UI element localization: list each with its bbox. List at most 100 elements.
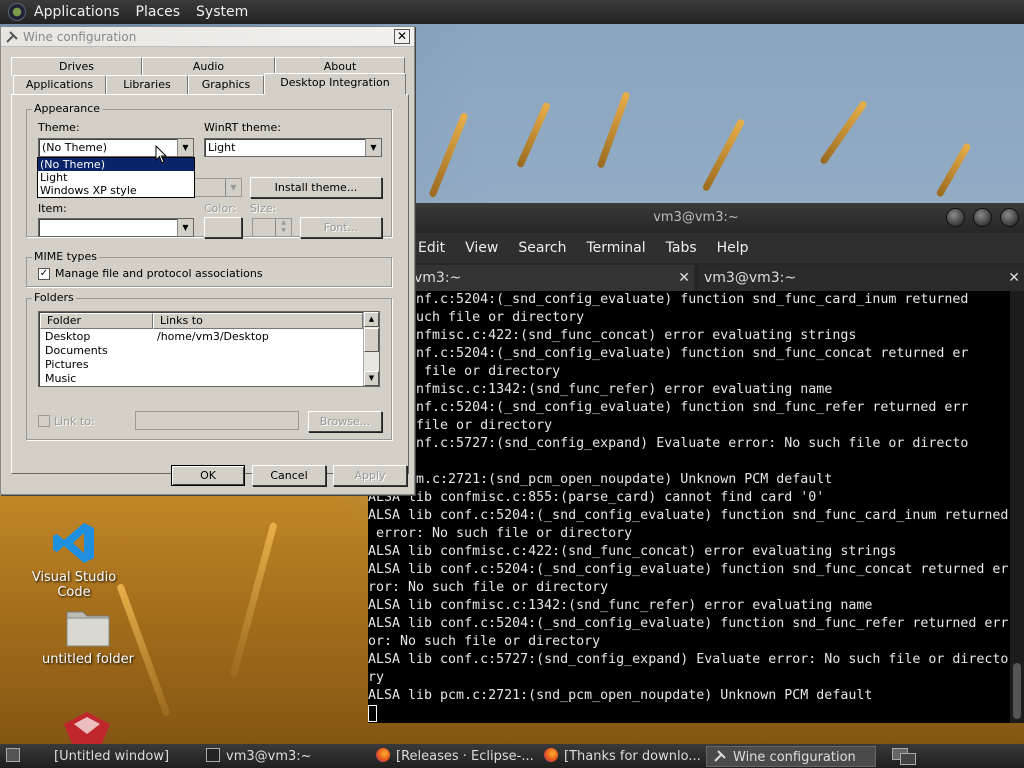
winrt-theme-select[interactable]: Light ▼ — [204, 138, 382, 157]
terminal-output[interactable]: lib conf.c:5204:(_snd_config_evaluate) f… — [368, 291, 1010, 723]
task-untitled-window[interactable]: [Untitled window] — [28, 746, 198, 767]
firefox-icon — [376, 748, 390, 762]
tab-audio[interactable]: Audio — [142, 57, 275, 76]
tab-panel: Appearance Theme: (No Theme) ▼ WinRT the… — [11, 94, 409, 474]
tab-applications[interactable]: Applications — [13, 75, 106, 94]
task-firefox-thanks[interactable]: [Thanks for downlo... — [538, 746, 704, 767]
terminal-titlebar[interactable]: vm3@vm3:~ — [368, 203, 1024, 233]
desktop-icon-label: untitled folder — [41, 652, 134, 667]
wine-titlebar[interactable]: Wine configuration — [1, 27, 414, 47]
tab-desktop-integration[interactable]: Desktop Integration — [264, 73, 406, 95]
scroll-thumb[interactable] — [364, 328, 379, 352]
close-tab-icon[interactable]: ✕ — [1008, 265, 1020, 291]
terminal-line: lib confmisc.c:422:(snd_func_concat) err… — [368, 328, 857, 343]
theme-select[interactable]: (No Theme) ▼ — [38, 138, 194, 157]
terminal-tab-1[interactable]: vm3:~ ✕ — [408, 265, 694, 291]
appearance-group-label: Appearance — [32, 102, 103, 115]
wine-tools-icon — [714, 750, 726, 762]
size-spinner: ▲ ▼ — [252, 218, 292, 237]
terminal-line: lib conf.c:5204:(_snd_config_evaluate) f… — [368, 400, 969, 415]
red-app-icon[interactable] — [62, 710, 112, 744]
folder-link: /home/vm3/Desktop — [157, 330, 269, 343]
terminal-prompt-line[interactable] — [368, 705, 1010, 723]
close-tab-icon[interactable]: ✕ — [678, 265, 690, 291]
scroll-down-icon[interactable]: ▼ — [364, 371, 379, 386]
folders-group-label: Folders — [32, 291, 76, 304]
menu-tabs[interactable]: Tabs — [656, 233, 707, 263]
apply-button: Apply — [333, 465, 407, 486]
mime-group-label: MIME types — [32, 250, 99, 263]
task-firefox-releases[interactable]: [Releases · Eclipse-... — [370, 746, 536, 767]
ok-button[interactable]: OK — [171, 465, 245, 486]
folder-row-pictures[interactable]: Pictures — [45, 358, 89, 372]
task-label: [Releases · Eclipse-... — [396, 749, 534, 764]
close-icon[interactable]: ✕ — [394, 29, 410, 44]
desktop-icon-vscode[interactable]: Visual Studio Code — [19, 520, 129, 600]
terminal-line: lib conf.c:5204:(_snd_config_evaluate) f… — [368, 346, 969, 361]
terminal-line: lib pcm.c:2721:(snd_pcm_open_noupdate) U… — [368, 472, 833, 487]
font-button: Font... — [300, 217, 382, 238]
minimize-icon[interactable] — [946, 208, 965, 227]
install-theme-button[interactable]: Install theme... — [250, 177, 382, 198]
terminal-scrollbar[interactable] — [1010, 291, 1024, 723]
size-label: Size: — [250, 202, 277, 215]
menu-places[interactable]: Places — [128, 0, 189, 24]
window-icon — [34, 748, 48, 762]
scroll-up-icon[interactable]: ▲ — [364, 312, 379, 327]
scroll-thumb[interactable] — [1013, 663, 1021, 719]
folder-row-documents[interactable]: Documents — [45, 344, 108, 358]
menu-view[interactable]: View — [455, 233, 508, 263]
task-terminal[interactable]: vm3@vm3:~ — [200, 746, 368, 767]
menu-help[interactable]: Help — [707, 233, 759, 263]
links-column-header[interactable]: Links to — [153, 313, 363, 329]
link-to-field — [135, 411, 299, 430]
folder-icon — [66, 611, 110, 647]
theme-dropdown-list: (No Theme) Light Windows XP style — [37, 157, 195, 198]
folder-name: Documents — [45, 344, 108, 357]
workspace-switcher[interactable] — [890, 747, 930, 766]
winrt-theme-value: Light — [208, 141, 236, 154]
desktop-icon-untitled-folder[interactable]: untitled folder — [33, 606, 143, 667]
theme-option-windows-xp[interactable]: Windows XP style — [38, 184, 194, 197]
cancel-button[interactable]: Cancel — [252, 465, 326, 486]
menu-search[interactable]: Search — [508, 233, 576, 263]
folder-row-music[interactable]: Music — [45, 372, 76, 386]
terminal-line: or: No such file or directory — [368, 634, 601, 649]
manage-associations-checkbox[interactable]: ✓ — [38, 268, 50, 280]
top-panel: Applications Places System — [0, 0, 1024, 24]
terminal-line: such file or directory — [368, 418, 553, 433]
task-label: [Thanks for downlo... — [564, 749, 701, 764]
show-desktop-icon[interactable] — [6, 748, 20, 762]
folder-row-desktop[interactable]: Desktop — [45, 330, 90, 344]
vscode-icon — [53, 523, 94, 563]
folder-column-header[interactable]: Folder — [40, 313, 153, 329]
close-icon[interactable] — [1000, 208, 1019, 227]
terminal-line: ALSA lib conf.c:5204:(_snd_config_evalua… — [368, 562, 1009, 577]
folders-list[interactable]: Folder Links to Desktop /home/vm3/Deskto… — [38, 311, 380, 387]
terminal-line: ALSA lib pcm.c:2721:(snd_pcm_open_noupda… — [368, 688, 873, 703]
folders-scrollbar[interactable]: ▲ ▼ — [363, 312, 379, 386]
distro-logo-icon[interactable] — [8, 3, 26, 21]
tab-label: vm3:~ — [414, 270, 462, 286]
tab-drives[interactable]: Drives — [11, 57, 142, 76]
menu-system[interactable]: System — [188, 0, 256, 24]
tab-label: vm3@vm3:~ — [704, 270, 797, 286]
terminal-line: ALSA lib confmisc.c:1342:(snd_func_refer… — [368, 598, 873, 613]
theme-option-no-theme[interactable]: (No Theme) — [38, 158, 194, 171]
tab-libraries[interactable]: Libraries — [106, 75, 188, 94]
item-select[interactable]: ▼ — [38, 218, 194, 237]
maximize-icon[interactable] — [973, 208, 992, 227]
theme-option-light[interactable]: Light — [38, 171, 194, 184]
terminal-line: ALSA lib conf.c:5204:(_snd_config_evalua… — [368, 616, 1009, 631]
link-to-label: Link to: — [54, 415, 95, 428]
terminal-window: vm3@vm3:~ Edit View Search Terminal Tabs… — [368, 203, 1024, 723]
menu-terminal[interactable]: Terminal — [576, 233, 655, 263]
task-wine-configuration[interactable]: Wine configuration — [706, 746, 876, 767]
item-label: Item: — [38, 202, 67, 215]
terminal-tab-2[interactable]: vm3@vm3:~ ✕ — [698, 265, 1024, 291]
terminal-line: error: No such file or directory — [368, 526, 633, 541]
terminal-tabbar: vm3:~ ✕ vm3@vm3:~ ✕ — [368, 263, 1024, 291]
tab-graphics[interactable]: Graphics — [188, 75, 264, 94]
menu-applications[interactable]: Applications — [26, 0, 128, 24]
firefox-icon — [544, 748, 558, 762]
